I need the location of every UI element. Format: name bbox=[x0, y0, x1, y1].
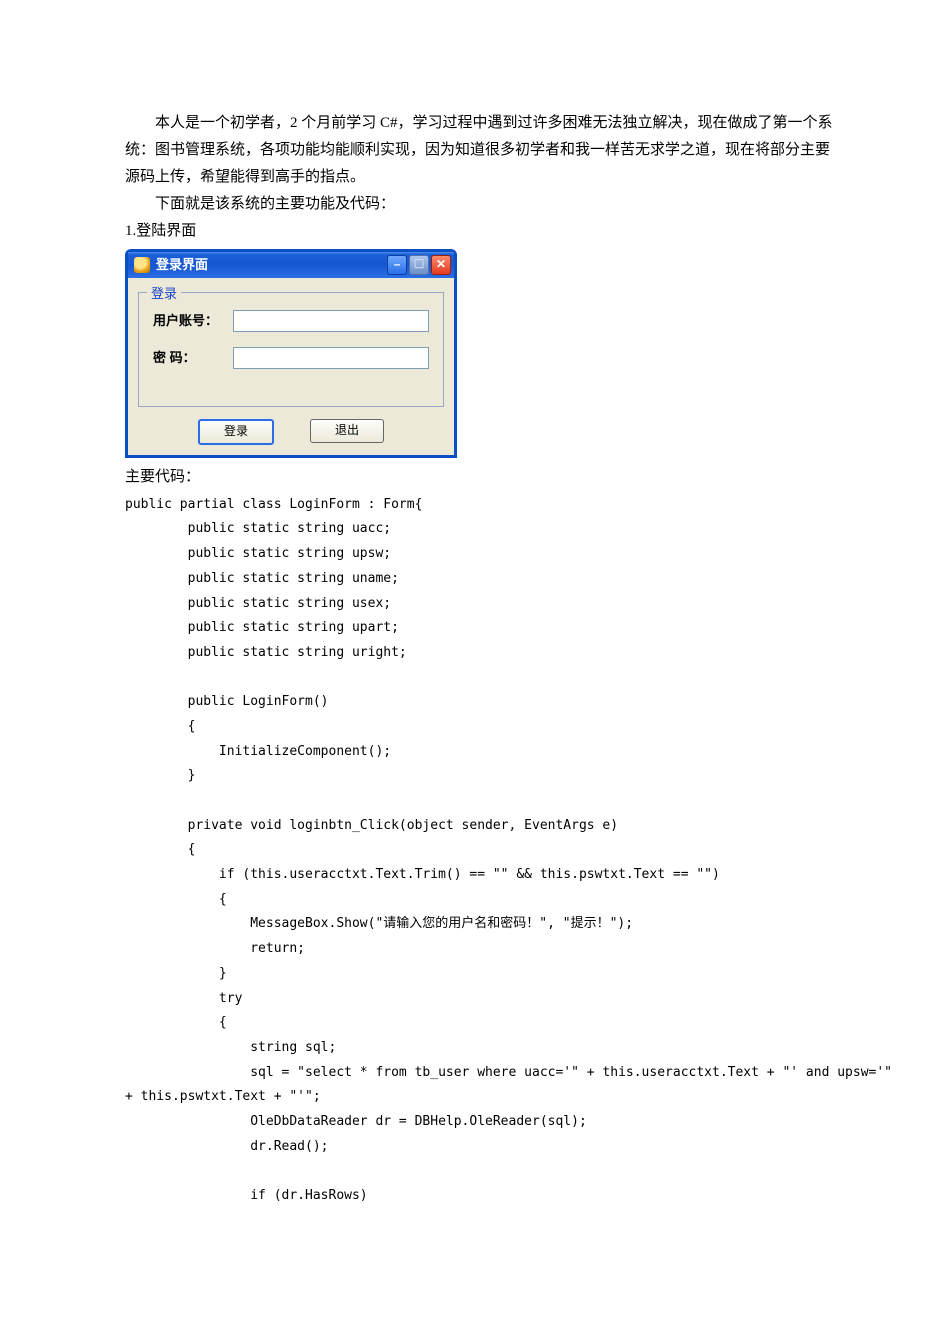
row-password: 密 码： bbox=[153, 346, 435, 369]
label-username: 用户账号： bbox=[153, 309, 233, 332]
row-username: 用户账号： bbox=[153, 309, 435, 332]
main-code-label: 主要代码： bbox=[125, 464, 840, 491]
app-icon bbox=[134, 257, 150, 273]
section-1-title: 1.登陆界面 bbox=[125, 218, 840, 245]
window-title: 登录界面 bbox=[156, 253, 385, 276]
intro-paragraph-1: 本人是一个初学者，2 个月前学习 C#，学习过程中遇到过许多困难无法独立解决，现… bbox=[125, 110, 840, 191]
maximize-button: ☐ bbox=[409, 255, 429, 275]
titlebar: 登录界面 – ☐ ✕ bbox=[128, 252, 454, 278]
username-input[interactable] bbox=[233, 310, 429, 332]
button-row: 登录 退出 bbox=[138, 419, 444, 445]
client-area: 登录 用户账号： 密 码： 登录 退出 bbox=[128, 278, 454, 455]
exit-button[interactable]: 退出 bbox=[310, 419, 384, 443]
code-block: public partial class LoginForm : Form{ p… bbox=[125, 493, 840, 1209]
password-input[interactable] bbox=[233, 347, 429, 369]
groupbox-label: 登录 bbox=[147, 282, 181, 305]
minimize-button[interactable]: – bbox=[387, 255, 407, 275]
login-button[interactable]: 登录 bbox=[198, 419, 274, 445]
login-window: 登录界面 – ☐ ✕ 登录 用户账号： 密 码： 登录 退出 bbox=[125, 249, 457, 458]
intro-paragraph-2: 下面就是该系统的主要功能及代码： bbox=[125, 191, 840, 218]
login-groupbox: 登录 用户账号： 密 码： bbox=[138, 292, 444, 407]
label-password: 密 码： bbox=[153, 346, 233, 369]
close-button[interactable]: ✕ bbox=[431, 255, 451, 275]
